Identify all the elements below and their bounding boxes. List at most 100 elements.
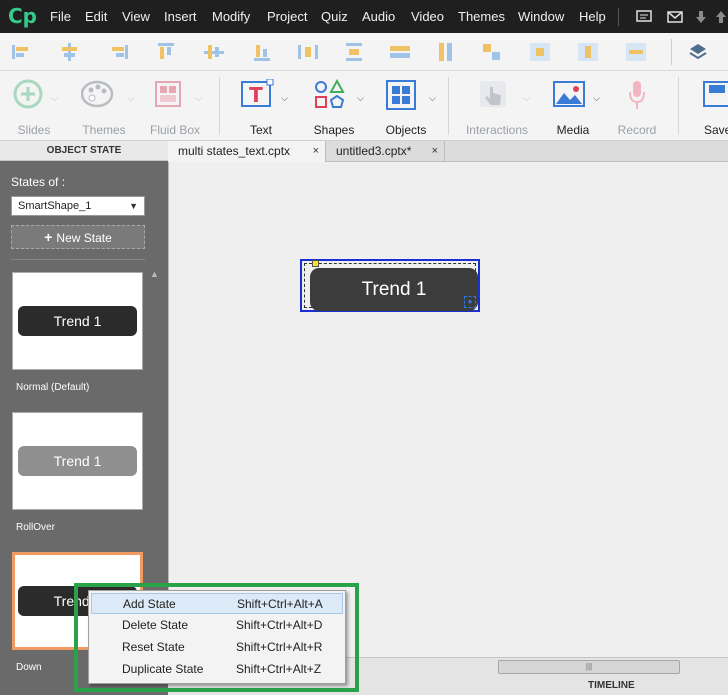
same-height-icon[interactable] bbox=[436, 43, 456, 61]
menu-item-duplicate-state[interactable]: Duplicate State Shift+Ctrl+Alt+Z bbox=[91, 659, 343, 680]
palette-icon bbox=[81, 80, 114, 108]
close-icon[interactable]: × bbox=[432, 141, 438, 162]
new-state-label: New State bbox=[56, 231, 112, 245]
app-logo: Cp bbox=[8, 4, 37, 28]
mail-icon[interactable] bbox=[667, 11, 683, 23]
align-toolbar bbox=[0, 33, 728, 71]
save-tool[interactable]: Save bbox=[692, 75, 728, 137]
tab-label: untitled3.cptx* bbox=[336, 144, 412, 158]
close-icon[interactable]: × bbox=[313, 141, 319, 162]
state-context-menu: Add State Shift+Ctrl+Alt+A Delete State … bbox=[88, 590, 346, 684]
state-label: RollOver bbox=[16, 522, 55, 533]
selection-box[interactable]: Trend 1 ● bbox=[300, 259, 480, 312]
align-top-icon[interactable] bbox=[156, 43, 176, 61]
interactions-tool[interactable]: ⌵ Interactions bbox=[460, 75, 534, 137]
slides-tool[interactable]: ⌵ Slides bbox=[6, 75, 62, 137]
toolbar-divider bbox=[448, 77, 449, 135]
main-toolbar: ⌵ Slides ⌵ Themes ⌵ Fluid Box T ⌵ Text ⌵… bbox=[0, 71, 728, 141]
document-tabs: multi states_text.cptx × untitled3.cptx*… bbox=[168, 141, 728, 162]
shapes-tool[interactable]: ⌵ Shapes bbox=[304, 75, 364, 137]
align-center-icon[interactable] bbox=[60, 43, 80, 61]
themes-tool[interactable]: ⌵ Themes bbox=[74, 75, 134, 137]
hand-pointer-icon bbox=[480, 81, 506, 107]
media-tool[interactable]: ⌵ Media bbox=[544, 75, 602, 137]
menu-edit[interactable]: Edit bbox=[85, 9, 107, 24]
scroll-up-icon[interactable]: ▲ bbox=[150, 269, 162, 279]
slides-icon bbox=[13, 79, 43, 109]
state-thumbnail-rollover[interactable]: Trend 1 bbox=[12, 412, 143, 510]
menu-item-reset-state[interactable]: Reset State Shift+Ctrl+Alt+R bbox=[91, 637, 343, 658]
shapes-label: Shapes bbox=[313, 123, 355, 137]
menu-themes[interactable]: Themes bbox=[458, 9, 505, 24]
comment-icon[interactable] bbox=[636, 10, 652, 24]
chevron-down-icon: ⌵ bbox=[195, 93, 202, 103]
layers-icon[interactable] bbox=[688, 42, 708, 62]
toolbar-divider bbox=[219, 77, 220, 135]
download-icon[interactable] bbox=[695, 10, 707, 24]
align-bottom-icon[interactable] bbox=[252, 43, 272, 61]
chevron-down-icon: ⌵ bbox=[523, 93, 530, 103]
fluid-box-tool[interactable]: ⌵ Fluid Box bbox=[146, 75, 204, 137]
resize-handle[interactable] bbox=[312, 260, 319, 267]
save-icon bbox=[703, 81, 728, 107]
align-left-icon[interactable] bbox=[12, 43, 32, 61]
save-label: Save bbox=[704, 123, 728, 137]
menu-video[interactable]: Video bbox=[411, 9, 444, 24]
distribute-vertical-icon[interactable] bbox=[344, 43, 364, 61]
toolbar-divider bbox=[678, 77, 679, 135]
menu-audio[interactable]: Audio bbox=[362, 9, 395, 24]
same-size-icon[interactable] bbox=[482, 43, 502, 61]
objects-tool[interactable]: ⌵ Objects bbox=[376, 75, 436, 137]
new-state-button[interactable]: + New State bbox=[11, 225, 145, 249]
center-vertical-icon[interactable] bbox=[578, 43, 598, 61]
menu-file[interactable]: File bbox=[50, 9, 71, 24]
plus-icon: + bbox=[44, 229, 53, 245]
text-label: Text bbox=[249, 123, 272, 137]
menu-help[interactable]: Help bbox=[579, 9, 606, 24]
menu-window[interactable]: Window bbox=[518, 9, 564, 24]
text-tool[interactable]: T ⌵ Text bbox=[232, 75, 290, 137]
tab-multi-states[interactable]: multi states_text.cptx × bbox=[168, 141, 326, 162]
smart-shape-button[interactable]: Trend 1 bbox=[310, 268, 478, 311]
chevron-down-icon: ⌵ bbox=[51, 93, 58, 103]
toolbar-divider bbox=[671, 39, 672, 65]
align-right-icon[interactable] bbox=[108, 43, 128, 61]
menu-view[interactable]: View bbox=[122, 9, 150, 24]
state-button-preview: Trend 1 bbox=[18, 446, 137, 476]
center-horizontal-icon[interactable] bbox=[530, 43, 550, 61]
states-of-label: States of : bbox=[11, 175, 66, 189]
horizontal-scrollbar[interactable]: ||| bbox=[498, 660, 680, 674]
chevron-down-icon: ⌵ bbox=[593, 93, 600, 103]
state-thumbnail-normal[interactable]: Trend 1 bbox=[12, 272, 143, 370]
menu-item-add-state[interactable]: Add State Shift+Ctrl+Alt+A bbox=[91, 593, 343, 614]
record-tool[interactable]: Record bbox=[612, 75, 662, 137]
fluid-box-icon bbox=[155, 81, 181, 107]
state-label: Down bbox=[16, 662, 42, 673]
anchor-icon[interactable]: ● bbox=[464, 296, 476, 308]
shapes-icon bbox=[315, 79, 345, 108]
align-slide-icon[interactable] bbox=[626, 43, 646, 61]
menu-modify[interactable]: Modify bbox=[212, 9, 250, 24]
menu-insert[interactable]: Insert bbox=[164, 9, 197, 24]
media-label: Media bbox=[556, 123, 590, 137]
object-select[interactable]: SmartShape_1 ▼ bbox=[11, 196, 145, 216]
microphone-icon bbox=[629, 81, 645, 109]
timeline-label[interactable]: TIMELINE bbox=[588, 680, 635, 691]
upload-icon[interactable] bbox=[715, 10, 727, 24]
same-width-icon[interactable] bbox=[390, 43, 410, 61]
menu-project[interactable]: Project bbox=[267, 9, 307, 24]
fluid-box-label: Fluid Box bbox=[149, 123, 201, 137]
menu-quiz[interactable]: Quiz bbox=[321, 9, 348, 24]
selection-inner: Trend 1 bbox=[304, 263, 478, 311]
menu-item-delete-state[interactable]: Delete State Shift+Ctrl+Alt+D bbox=[91, 615, 343, 636]
align-middle-icon[interactable] bbox=[204, 43, 224, 61]
distribute-horizontal-icon[interactable] bbox=[298, 43, 318, 61]
svg-text:T: T bbox=[249, 83, 263, 107]
panel-title: OBJECT STATE bbox=[0, 141, 168, 161]
tab-untitled3[interactable]: untitled3.cptx* × bbox=[326, 141, 445, 162]
object-select-value: SmartShape_1 bbox=[18, 200, 92, 212]
menu-bar: Cp File Edit View Insert Modify Project … bbox=[0, 0, 728, 33]
record-label: Record bbox=[617, 123, 657, 137]
state-button-preview: Trend 1 bbox=[18, 306, 137, 336]
objects-icon bbox=[386, 80, 416, 110]
